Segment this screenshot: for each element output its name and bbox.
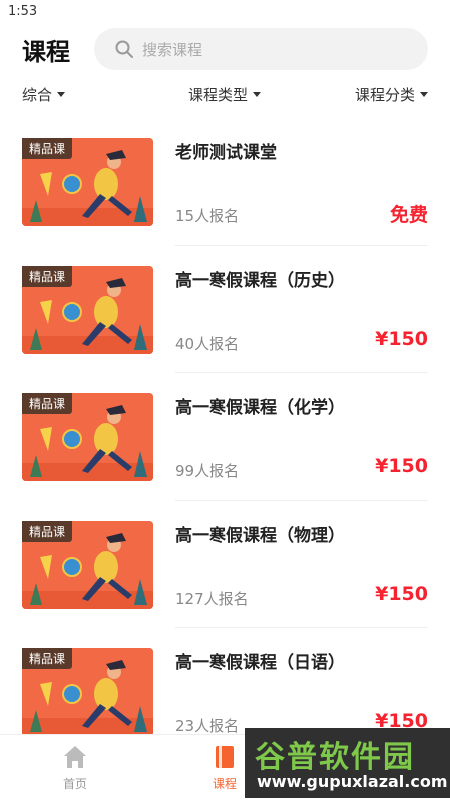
course-item[interactable]: 精品课 高一寒假课程（物理） 127人报名 ¥150: [0, 501, 450, 628]
caret-down-icon: [253, 92, 262, 97]
course-price: ¥150: [375, 327, 428, 350]
filter-category-dropdown[interactable]: 课程分类: [355, 84, 428, 105]
course-enroll-count: 23人报名: [175, 717, 240, 735]
course-price: ¥150: [375, 582, 428, 605]
course-price: ¥150: [375, 455, 428, 477]
home-icon: [64, 746, 86, 768]
filter-all-dropdown[interactable]: 综合: [22, 84, 66, 105]
course-badge: 精品课: [22, 393, 73, 414]
watermark: 谷普软件园 www.gupuxlazal.com: [245, 728, 450, 798]
course-enroll-count: 15人报名: [175, 207, 240, 225]
course-badge: 精品课: [22, 138, 73, 159]
course-badge: 精品课: [22, 648, 73, 669]
filter-category-label: 课程分类: [354, 86, 415, 104]
course-item[interactable]: 精品课 高一寒假课程（历史） 40人报名 ¥150: [0, 246, 450, 373]
search-placeholder: 搜索课程: [142, 41, 203, 59]
course-enroll-count: 40人报名: [175, 334, 240, 353]
filter-bar: 综合 课程类型 课程分类: [0, 84, 450, 108]
course-list: 精品课 老师测试课堂 15人报名 免费 精品课 高一寒假课程（历史） 40人报名…: [0, 118, 450, 756]
course-enroll-count: 99人报名: [175, 462, 240, 480]
tab-home-label: 首页: [62, 777, 87, 791]
watermark-title: 谷普软件园: [255, 740, 415, 775]
tab-home[interactable]: 首页: [35, 743, 115, 792]
watermark-url: www.gupuxlazal.com: [257, 772, 448, 791]
course-title: 高一寒假课程（物理）: [175, 525, 345, 546]
course-badge: 精品课: [22, 520, 73, 542]
filter-type-dropdown[interactable]: 课程类型: [188, 84, 262, 105]
search-icon: [115, 40, 133, 58]
course-enroll-count: 127人报名: [175, 589, 249, 608]
course-title: 高一寒假课程（历史）: [175, 270, 345, 291]
header: 课程 搜索课程: [0, 28, 450, 72]
course-badge: 精品课: [22, 265, 73, 287]
book-icon: [216, 746, 234, 768]
course-item[interactable]: 精品课 老师测试课堂 15人报名 免费: [0, 118, 450, 246]
page-title: 课程: [22, 38, 70, 66]
filter-all-label: 综合: [22, 86, 53, 104]
search-input[interactable]: 搜索课程: [94, 28, 428, 70]
course-title: 高一寒假课程（化学）: [175, 398, 345, 418]
caret-down-icon: [420, 92, 428, 97]
tab-course-label: 课程: [212, 777, 237, 791]
course-price: 免费: [389, 204, 428, 226]
status-bar: 1:53: [0, 0, 450, 24]
caret-down-icon: [57, 92, 66, 97]
status-time: 1:53: [8, 4, 38, 19]
filter-type-label: 课程类型: [188, 86, 249, 104]
course-item[interactable]: 精品课 高一寒假课程（化学） 99人报名 ¥150: [0, 373, 450, 501]
course-title: 高一寒假课程（日语）: [175, 653, 345, 673]
course-title: 老师测试课堂: [175, 143, 277, 163]
